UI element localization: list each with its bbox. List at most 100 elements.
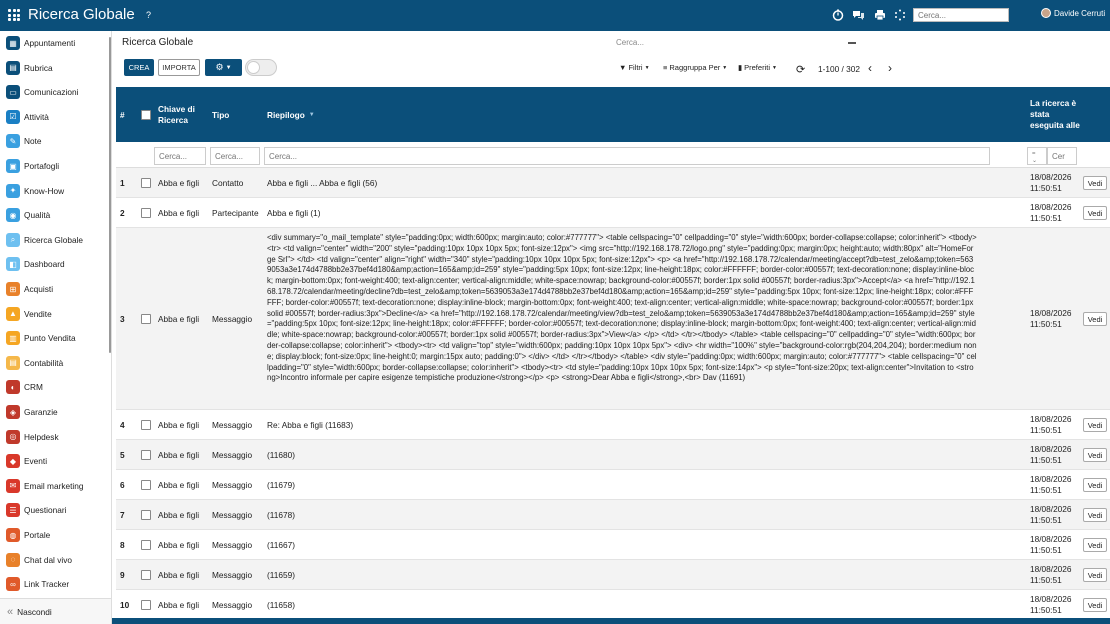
row-checkbox[interactable] [141,410,151,440]
table-row[interactable]: 1 Abba e figli Contatto Abba e figli ... Ab… [116,168,1110,198]
view-button[interactable]: Vedi [1083,508,1107,522]
search-key-filter-input[interactable] [154,147,206,165]
search-bar[interactable]: Cerca... [616,38,856,51]
favorites-dropdown[interactable]: ▮ Preferiti ▼ [738,63,777,72]
checkbox[interactable] [141,480,151,490]
row-checkbox[interactable] [141,590,151,618]
app-title[interactable]: Ricerca Globale [28,6,135,23]
sidebar-item-portale[interactable]: ◍ Portale [0,523,110,547]
sidebar-item-ricerca-globale[interactable]: ⌕ Ricerca Globale [0,228,110,252]
date: 18/08/2026 [1030,564,1072,574]
refresh-icon[interactable]: ⟳ [796,63,805,76]
print-icon[interactable] [873,8,887,22]
sidebar-item-chat-dal-vivo[interactable]: ◌ Chat dal vivo [0,548,110,572]
summary-filter-input[interactable] [264,147,990,165]
table-row[interactable]: 8 Abba e figli Messaggio (11667) 18/08/2026 1… [116,530,1110,560]
checkbox[interactable] [141,208,151,218]
checkbox[interactable] [141,420,151,430]
sidebar-item-acquisti[interactable]: ⊞ Acquisti [0,277,110,301]
sidebar-item-garanzie[interactable]: ◈ Garanzie [0,400,110,424]
checkbox[interactable] [141,510,151,520]
select-all-checkbox[interactable] [141,109,151,120]
view-button[interactable]: Vedi [1083,538,1107,552]
view-button[interactable]: Vedi [1083,448,1107,462]
help-icon[interactable]: ? [146,10,151,20]
view-button[interactable]: Vedi [1083,418,1107,432]
table-row[interactable]: 2 Abba e figli Partecipante Abba e figli (1… [116,198,1110,228]
search-input[interactable]: Cerca... [616,38,644,47]
actions-dropdown-button[interactable]: ⚙ ▼ [205,59,242,76]
header-select-all[interactable] [141,87,151,142]
header-row-number: # [120,109,125,120]
chevron-right-icon[interactable]: › [888,61,892,75]
chevron-left-icon[interactable]: ‹ [868,61,872,75]
date-operator-select[interactable]: = ⌄ [1027,147,1047,165]
row-checkbox[interactable] [141,500,151,530]
type-filter-input[interactable] [210,147,260,165]
create-button[interactable]: CREA [124,59,154,76]
toggle-switch[interactable] [245,59,277,76]
pager-value[interactable]: 1-100 / 302 [818,64,860,74]
group-by-dropdown[interactable]: ≡ Raggruppa Per ▼ [663,63,727,72]
table-row[interactable]: 4 Abba e figli Messaggio Re: Abba e figli (… [116,410,1110,440]
import-button[interactable]: IMPORTA [158,59,200,76]
row-checkbox[interactable] [141,560,151,590]
sidebar-item-appuntamenti[interactable]: ▦ Appuntamenti [0,31,110,55]
checkbox[interactable] [141,314,151,324]
sidebar-item-eventi[interactable]: ◆ Eventi [0,449,110,473]
view-button[interactable]: Vedi [1083,598,1107,612]
view-button[interactable]: Vedi [1083,478,1107,492]
row-checkbox[interactable] [141,530,151,560]
sidebar-item-link-tracker[interactable]: ∞ Link Tracker [0,572,110,596]
sidebar-item-portafogli[interactable]: ▣ Portafogli [0,154,110,178]
sidebar-item-attivit[interactable]: ☑ Attività [0,105,110,129]
hide-sidebar-button[interactable]: « Nascondi [0,598,111,624]
row-checkbox[interactable] [141,168,151,198]
row-checkbox[interactable] [141,198,151,228]
date-filter-input[interactable] [1047,147,1077,165]
view-button[interactable]: Vedi [1083,176,1107,190]
search-options-icon[interactable] [848,42,856,44]
row-checkbox[interactable] [141,470,151,500]
sidebar-item-helpdesk[interactable]: ◎ Helpdesk [0,425,110,449]
sidebar-item-contabilit[interactable]: ▤ Contabilità [0,351,110,375]
table-row[interactable]: 10 Abba e figli Messaggio (11658) 18/08/2026… [116,590,1110,618]
header-search-key[interactable]: Chiave di Ricerca [158,87,206,142]
sidebar-item-note[interactable]: ✎ Note [0,129,110,153]
table-row[interactable]: 7 Abba e figli Messaggio (11678) 18/08/2026 1… [116,500,1110,530]
sidebar-item-crm[interactable]: ◐ CRM [0,375,110,399]
sidebar-item-know-how[interactable]: ✦ Know-How [0,179,110,203]
app-grid-icon[interactable] [8,9,20,21]
sidebar-item-dashboard[interactable]: ◧ Dashboard [0,252,110,276]
table-row[interactable]: 5 Abba e figli Messaggio (11680) 18/08/2026 1… [116,440,1110,470]
view-button[interactable]: Vedi [1083,568,1107,582]
view-button[interactable]: Vedi [1083,206,1107,220]
table-row[interactable]: 9 Abba e figli Messaggio (11659) 18/08/2026 1… [116,560,1110,590]
checkbox[interactable] [141,450,151,460]
table-row[interactable]: 3 Abba e figli Messaggio <div summary="o_ma… [116,228,1110,410]
global-search-input[interactable] [913,8,1009,22]
row-checkbox[interactable] [141,228,151,410]
sidebar-item-qualit[interactable]: ◉ Qualità [0,203,110,227]
header-summary[interactable]: Riepilogo ▼ [267,87,315,142]
sidebar-item-punto-vendita[interactable]: ▥ Punto Vendita [0,326,110,350]
timer-icon[interactable] [831,8,845,22]
checkbox[interactable] [141,600,151,610]
user-menu[interactable]: Davide Cerruti [1041,8,1105,18]
header-type[interactable]: Tipo [212,87,229,142]
header-search-date[interactable]: La ricerca è stata eseguita alle [1030,87,1082,142]
sidebar-item-email-marketing[interactable]: ✉ Email marketing [0,474,110,498]
checkbox[interactable] [141,540,151,550]
row-checkbox[interactable] [141,440,151,470]
chat-icon[interactable] [851,8,865,22]
sidebar-item-rubrica[interactable]: ▤ Rubrica [0,56,110,80]
sidebar-item-comunicazioni[interactable]: ▭ Comunicazioni [0,80,110,104]
table-row[interactable]: 6 Abba e figli Messaggio (11679) 18/08/2026 1… [116,470,1110,500]
sidebar-item-questionari[interactable]: ☰ Questionari [0,498,110,522]
activity-spinner-icon[interactable] [893,8,907,22]
sidebar-item-vendite[interactable]: ▲ Vendite [0,302,110,326]
checkbox[interactable] [141,570,151,580]
filters-dropdown[interactable]: ▼ Filtri ▼ [619,63,650,72]
checkbox[interactable] [141,178,151,188]
view-button[interactable]: Vedi [1083,312,1107,326]
